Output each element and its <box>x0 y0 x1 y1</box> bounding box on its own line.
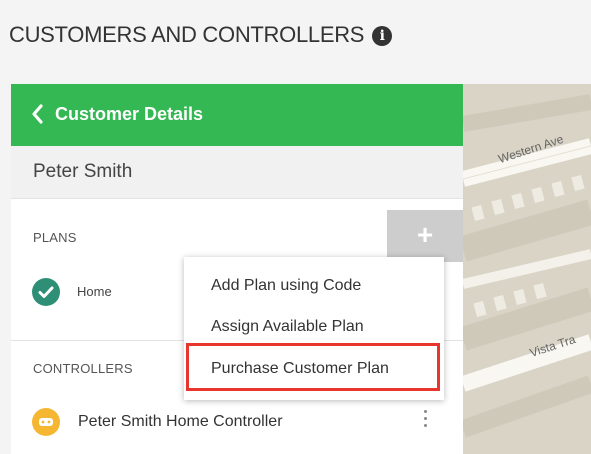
info-icon[interactable]: i <box>372 26 393 46</box>
check-circle-icon <box>32 278 60 306</box>
highlight-box <box>186 343 440 391</box>
page-header: CUSTOMERS AND CONTROLLERS i <box>0 0 591 84</box>
menu-item-assign-available-plan[interactable]: Assign Available Plan <box>211 318 364 336</box>
map-view[interactable]: Western Ave Vista Tra <box>463 84 591 454</box>
controller-item-name[interactable]: Peter Smith Home Controller <box>78 413 283 431</box>
customer-name: Peter Smith <box>33 161 133 182</box>
plans-section-label: PLANS <box>33 230 77 245</box>
back-button-label: Customer Details <box>55 104 204 124</box>
chevron-left-icon <box>32 104 43 124</box>
customer-details-back-button[interactable]: Customer Details <box>11 84 463 146</box>
plus-icon: + <box>416 219 434 250</box>
controllers-section-label: CONTROLLERS <box>33 361 133 376</box>
customer-name-row: Peter Smith <box>11 146 463 199</box>
add-plan-button[interactable]: + <box>387 210 463 262</box>
map-streets <box>463 84 591 454</box>
menu-item-add-plan-code[interactable]: Add Plan using Code <box>211 277 361 295</box>
page-title-text: CUSTOMERS AND CONTROLLERS <box>9 22 365 47</box>
more-options-icon[interactable] <box>422 410 428 432</box>
controller-icon <box>32 408 60 436</box>
plan-item-home[interactable]: Home <box>77 284 112 299</box>
page-title: CUSTOMERS AND CONTROLLERS i <box>9 22 393 48</box>
